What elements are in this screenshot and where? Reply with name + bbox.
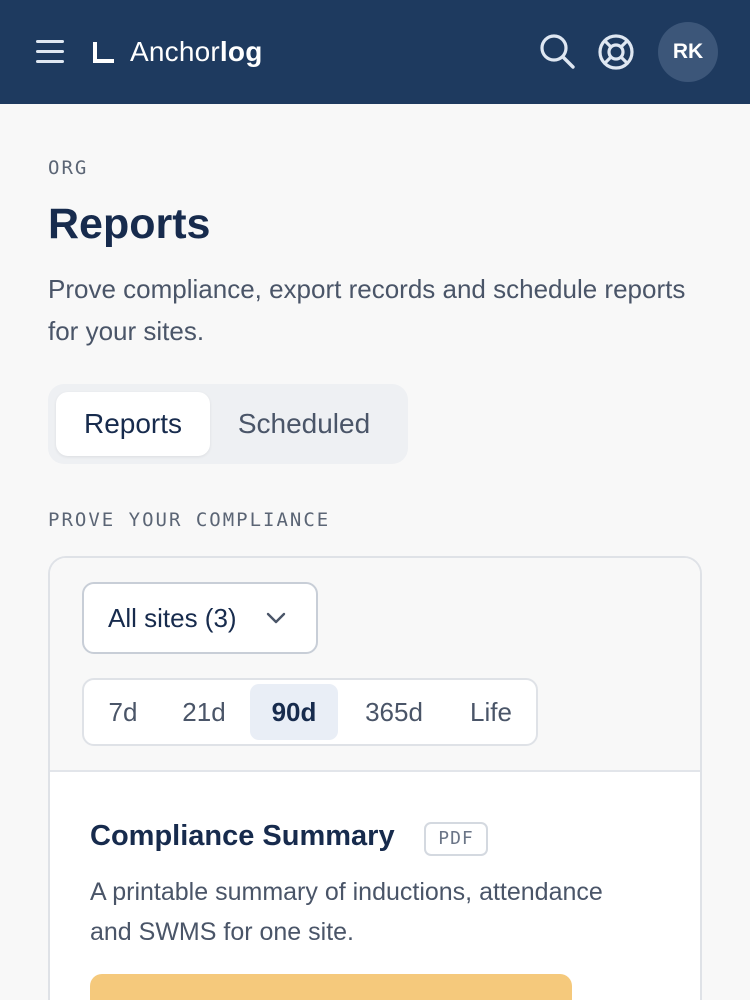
page-title: Reports: [48, 200, 211, 248]
section-heading: PROVE YOUR COMPLIANCE: [48, 509, 331, 531]
help-lifebuoy-icon[interactable]: [596, 32, 636, 72]
view-tabs: Reports Scheduled: [48, 384, 408, 464]
date-range-segmented: 7d 21d 90d 365d Life: [82, 678, 538, 746]
generate-report-button[interactable]: [90, 974, 572, 1000]
site-select-dropdown[interactable]: All sites (3): [82, 582, 318, 654]
brand-name-light: Anchor: [130, 36, 220, 67]
search-icon[interactable]: [538, 32, 576, 70]
compliance-card: All sites (3) 7d 21d 90d 365d Life Compl…: [48, 556, 702, 1000]
brand-name[interactable]: Anchorlog: [130, 36, 263, 68]
logo-mark-icon: [93, 42, 114, 63]
report-title: Compliance Summary: [90, 820, 395, 852]
chevron-down-icon: [266, 612, 286, 624]
report-description: A printable summary of inductions, atten…: [90, 878, 603, 946]
format-badge: PDF: [424, 822, 488, 856]
top-nav-bar: Anchorlog RK: [0, 0, 750, 104]
tab-reports[interactable]: Reports: [56, 392, 210, 456]
user-avatar[interactable]: RK: [658, 22, 718, 82]
range-90d-button[interactable]: 90d: [250, 684, 338, 740]
brand-name-bold: log: [219, 36, 263, 67]
tab-scheduled[interactable]: Scheduled: [216, 392, 392, 456]
page-description: Prove compliance, export records and sch…: [48, 274, 686, 346]
site-select-value: All sites (3): [108, 603, 237, 633]
range-21d-button[interactable]: 21d: [162, 684, 246, 740]
range-life-button[interactable]: Life: [450, 684, 532, 740]
range-7d-button[interactable]: 7d: [90, 684, 156, 740]
filter-bar: All sites (3) 7d 21d 90d 365d Life: [50, 558, 700, 772]
range-365d-button[interactable]: 365d: [342, 684, 446, 740]
page-eyebrow: ORG: [48, 157, 89, 179]
menu-icon[interactable]: [34, 38, 66, 66]
